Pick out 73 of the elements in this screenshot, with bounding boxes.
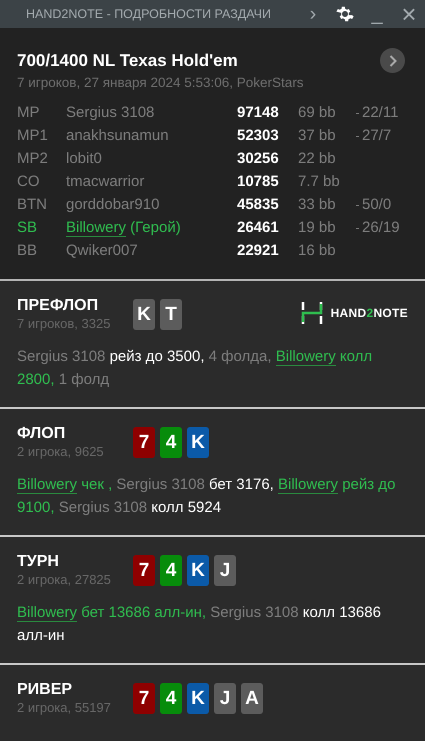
street-info: 7 игроков, 3325	[17, 316, 112, 331]
playing-card: K	[187, 555, 209, 586]
player-position: BB	[17, 241, 38, 261]
close-button[interactable]: ×	[393, 0, 425, 28]
street-info: 2 игрока, 27825	[17, 572, 112, 587]
player-link[interactable]: Billowery	[66, 219, 126, 237]
player-stack: 97148	[237, 103, 280, 123]
settings-icon	[336, 5, 354, 23]
player-bb: 7.7 bb	[298, 172, 341, 192]
player-link[interactable]: Billowery	[278, 476, 338, 494]
player-bb: 16 bb	[298, 241, 337, 261]
player-position: BTN	[17, 195, 48, 215]
playing-card: 7	[133, 555, 155, 586]
player-bb: 22 bb	[298, 149, 337, 169]
player-stack: 30256	[237, 149, 280, 169]
playing-card: K	[187, 683, 209, 714]
player-stack: 22921	[237, 241, 280, 261]
player-name: Sergius 3108	[66, 103, 156, 123]
chevron-right-icon	[388, 54, 396, 66]
window-title: HAND2NOTE - ПОДРОБНОСТИ РАЗДАЧИ	[26, 7, 272, 21]
player-name: lobit0	[66, 149, 103, 169]
player-link[interactable]: Billowery	[17, 604, 78, 622]
player-name: tmacwarrior	[66, 172, 146, 192]
street-info: 2 игрока, 9625	[17, 444, 105, 459]
player-link[interactable]: Billowery	[17, 476, 78, 494]
playing-card: 4	[160, 683, 182, 714]
player-stack: 45835	[237, 195, 280, 215]
playing-card: 7	[133, 683, 155, 714]
playing-card: A	[241, 683, 263, 714]
player-stack: 10785	[237, 172, 280, 192]
playing-card: 7	[133, 427, 155, 458]
player-position: SB	[17, 218, 38, 238]
player-stats: 22/11	[362, 103, 400, 123]
player-bb: 19 bb	[298, 218, 337, 238]
player-stats: 26/19	[362, 218, 401, 238]
action-summary: Billowery бет 13686 алл-ин, Sergius 3108 колл 13686 алл-ин	[17, 603, 382, 646]
playing-card: J	[214, 555, 236, 586]
next-hand-button[interactable]	[380, 48, 405, 73]
playing-card: K	[187, 427, 209, 458]
street-name: ФЛОП	[17, 424, 66, 444]
action-summary: Sergius 3108 рейз до 3500, 4 фолда, Billowery колл 2800, 1 фолд	[17, 347, 374, 390]
playing-card: T	[160, 299, 182, 330]
player-stack: 26461	[237, 218, 280, 238]
player-position: MP1	[17, 126, 49, 146]
player-name: Qwiker007	[66, 241, 139, 261]
logo-icon	[300, 302, 323, 324]
playing-card: 4	[160, 555, 182, 586]
player-name: gorddobar910	[66, 195, 160, 215]
player-position: CO	[17, 172, 40, 192]
playing-card: 4	[160, 427, 182, 458]
minimize-button[interactable]: _	[361, 0, 393, 28]
playing-card: J	[214, 683, 236, 714]
player-link[interactable]: Billowery	[276, 348, 336, 366]
player-name: anakhsunamun	[66, 126, 170, 146]
player-bb: 69 bb	[298, 103, 337, 123]
player-bb: 33 bb	[298, 195, 337, 215]
hand-subtitle: 7 игроков, 27 января 2024 5:53:06, PokerStars	[17, 75, 305, 90]
player-position: MP2	[17, 149, 49, 169]
player-stack: 52303	[237, 126, 280, 146]
street-name: ТУРН	[17, 552, 60, 572]
player-bb: 37 bb	[298, 126, 337, 146]
street-info: 2 игрока, 55197	[17, 700, 112, 715]
player-stats: 50/0	[362, 195, 392, 215]
hand-title: 700/1400 NL Texas Hold'em	[17, 50, 238, 70]
playing-card: K	[133, 299, 155, 330]
logo-text: HAND2NOTE	[330, 306, 408, 320]
street-name: ПРЕФЛОП	[17, 296, 100, 316]
player-stats: 27/7	[362, 126, 392, 146]
street-name: РИВЕР	[17, 680, 74, 700]
forward-button[interactable]: ›	[297, 0, 329, 28]
action-summary: Billowery чек , Sergius 3108 бет 3176, Billowery рейз до 9100, Sergius 3108 колл 5924	[17, 475, 396, 518]
player-position: MP	[17, 103, 40, 123]
hero-name: Billowery (Герой)	[66, 218, 182, 238]
